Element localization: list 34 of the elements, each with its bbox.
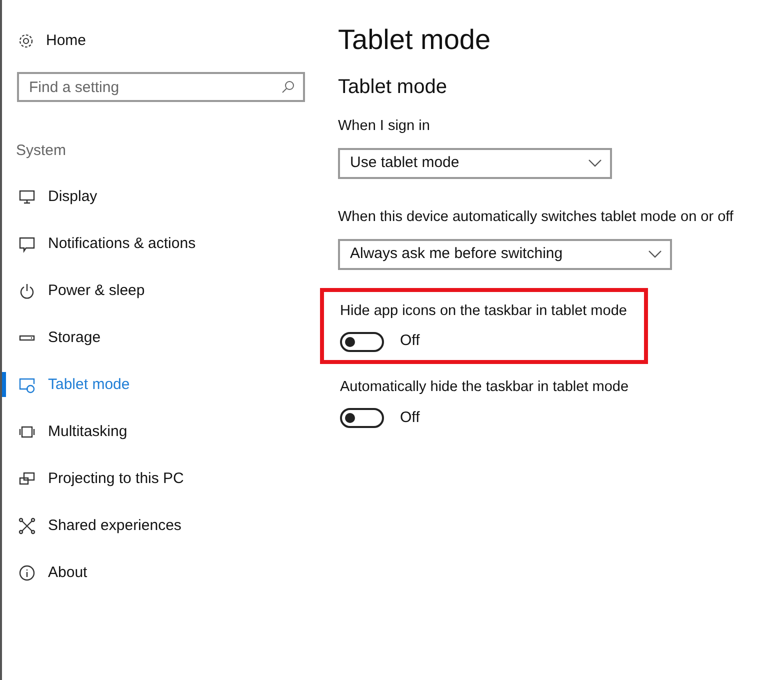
dropdown-label: When this device automatically switches tablet mode on or off (338, 208, 734, 227)
nav-item[interactable]: Projecting to this PC (2, 456, 320, 502)
tablet-touch-icon (18, 376, 36, 394)
nav-item[interactable]: Notifications & actions (2, 220, 320, 268)
toggle-state: Off (400, 331, 420, 352)
chevron-down-icon (588, 159, 602, 168)
toggle-switch[interactable] (340, 332, 384, 352)
dropdown[interactable]: Always ask me before switching (338, 238, 672, 270)
network-nodes-icon (18, 517, 36, 535)
info-icon (18, 564, 36, 582)
power-icon (18, 282, 36, 300)
section-heading: Tablet mode (338, 75, 448, 100)
search-icon (281, 80, 295, 94)
nav-item[interactable]: About (2, 550, 320, 596)
section-label: System (15, 141, 68, 161)
home-link[interactable]: Home (46, 30, 86, 52)
speech-bubble-icon (18, 235, 36, 253)
nav-item[interactable]: Storage (2, 314, 320, 362)
chevron-down-icon (648, 250, 662, 258)
settings-icon (18, 33, 34, 49)
nav-item[interactable]: Power & sleep (2, 268, 320, 314)
search-field[interactable]: Find a setting (17, 72, 305, 102)
page-title: Tablet mode (338, 23, 492, 57)
monitor-icon (18, 188, 36, 206)
nav-item[interactable]: Display (2, 174, 320, 220)
toggle-state: Off (400, 408, 420, 428)
toggle-switch[interactable] (340, 408, 384, 428)
nav-item[interactable]: Tablet mode (2, 362, 320, 408)
dropdown[interactable]: Use tablet mode (338, 148, 612, 179)
dropdown-label: When I sign in (338, 117, 431, 136)
toggle-label: Hide app icons on the taskbar in tablet mode (340, 302, 628, 320)
nav-item[interactable]: Multitasking (2, 408, 320, 456)
toggle-label: Automatically hide the taskbar in tablet mode (340, 378, 630, 397)
nav-item[interactable]: Shared experiences (2, 502, 320, 550)
